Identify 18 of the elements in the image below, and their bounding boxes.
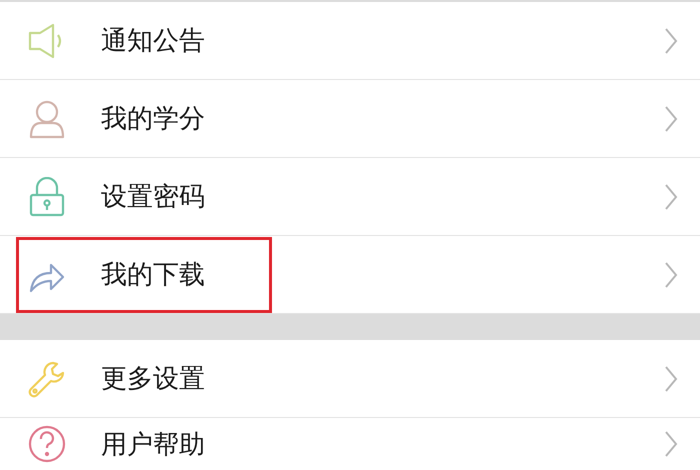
menu-label: 通知公告 xyxy=(101,25,205,58)
chevron-right-icon xyxy=(664,182,678,210)
menu-item[interactable]: 我的学分 xyxy=(0,80,700,158)
chevron-right-icon xyxy=(664,104,678,132)
menu-item[interactable]: 通知公告 xyxy=(0,2,700,80)
menu-label: 用户帮助 xyxy=(101,428,205,462)
menu-label: 设置密码 xyxy=(101,181,205,214)
menu-item[interactable]: 更多设置 xyxy=(0,340,700,418)
chevron-right-icon xyxy=(664,430,678,458)
menu-item[interactable]: 设置密码 xyxy=(0,158,700,236)
menu-item[interactable]: 用户帮助 xyxy=(0,418,700,470)
menu-label: 更多设置 xyxy=(101,363,205,396)
menu-item[interactable]: 我的下载 xyxy=(0,236,700,314)
chevron-right-icon xyxy=(664,26,678,54)
menu-label: 我的学分 xyxy=(101,103,205,136)
chevron-right-icon xyxy=(664,364,678,392)
chevron-right-icon xyxy=(664,260,678,288)
menu-label: 我的下载 xyxy=(101,259,205,292)
